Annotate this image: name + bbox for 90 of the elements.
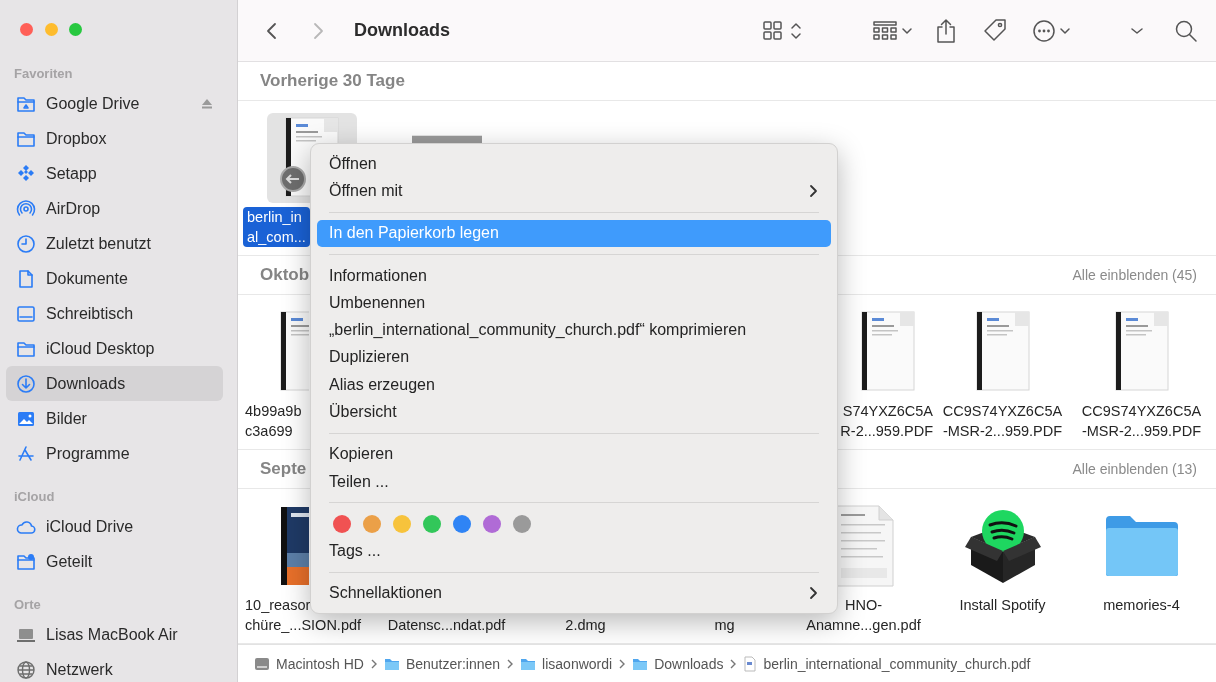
chevron-right-icon [809, 585, 819, 602]
section-heading: Orte [13, 596, 42, 614]
chevron-right-icon [506, 657, 515, 670]
shared-folder-icon [16, 551, 36, 572]
tag-color-dot[interactable] [363, 515, 381, 534]
search-icon[interactable] [1174, 18, 1198, 43]
share-icon[interactable] [934, 17, 958, 44]
file-name[interactable]: memories-4 [1101, 595, 1182, 615]
file-name[interactable]: Datensc...ndat.pdf [385, 615, 508, 635]
menu-item[interactable]: Schnellaktionen [317, 579, 831, 607]
file-name[interactable]: Install Spotify [957, 595, 1048, 615]
window-title: Downloads [354, 20, 450, 41]
sidebar-item[interactable]: Setapp [6, 156, 223, 191]
path-item[interactable]: Macintosh HD [254, 655, 364, 672]
menu-item[interactable]: Teilen ... [317, 467, 831, 496]
sidebar-item[interactable]: Schreibtisch [6, 296, 223, 331]
sidebar-item[interactable]: AirDrop [6, 191, 223, 226]
sidebar-item[interactable]: Zuletzt benutzt [6, 226, 223, 261]
sidebar-item[interactable]: Programme [6, 436, 223, 471]
menu-item[interactable]: Öffnen mit [317, 177, 831, 205]
section-heading: Favoriten [13, 65, 74, 83]
menu-item[interactable]: Kopieren [317, 440, 831, 468]
close-button[interactable] [20, 22, 33, 36]
book-cover-icon [279, 505, 309, 587]
clock-icon [16, 233, 36, 254]
zoom-button[interactable] [69, 22, 82, 36]
document-thumbnail-icon [860, 310, 916, 394]
menu-item[interactable]: „berlin_international_community_church.pdf“ komprimieren [317, 316, 831, 344]
tag-icon[interactable] [982, 17, 1008, 44]
folder-icon [383, 656, 400, 671]
sidebar-item[interactable]: Lisas MacBook Air [6, 617, 223, 652]
app-store-icon [16, 443, 36, 464]
sidebar-item[interactable]: Bilder [6, 401, 223, 436]
globe-icon [16, 659, 36, 680]
menu-item[interactable]: Alias erzeugen [317, 371, 831, 399]
menu-item[interactable]: Tags ... [317, 537, 831, 565]
file-name[interactable]: berlin_in al_com... [243, 207, 310, 247]
sidebar-item[interactable]: Geteilt [6, 544, 223, 579]
folder-icon [1103, 514, 1180, 578]
path-item[interactable]: lisaonwordi [520, 655, 613, 672]
file-name[interactable]: 2.dmg [563, 615, 608, 635]
sidebar-item[interactable]: iCloud Drive [6, 509, 223, 544]
document-icon [743, 655, 758, 672]
path-item[interactable]: berlin_international_community_church.pdf [743, 655, 1031, 672]
file-name[interactable]: CC9S74YXZ6C5A -MSR-2...959.PDF [940, 401, 1065, 441]
tag-color-dot[interactable] [453, 515, 471, 534]
show-all-link[interactable]: Alle einblenden (45) [1072, 267, 1197, 283]
desktop-icon [16, 303, 36, 324]
chevron-right-icon [618, 657, 627, 670]
menu-item[interactable]: Öffnen [317, 150, 831, 178]
sidebar-item[interactable]: Dokumente [6, 261, 223, 296]
folder-icon [520, 656, 537, 671]
tag-color-dot[interactable] [393, 515, 411, 534]
sidebar-item[interactable]: Downloads [6, 366, 223, 401]
package-icon [962, 507, 1043, 585]
sidebar-item[interactable]: iCloud Desktop [6, 331, 223, 366]
show-all-link[interactable]: Alle einblenden (13) [1072, 461, 1197, 477]
sidebar-item[interactable]: Dropbox [6, 121, 223, 156]
file-name[interactable]: mg [712, 615, 737, 635]
document-icon [16, 268, 36, 289]
download-icon [16, 373, 36, 394]
section-heading: iCloud [13, 488, 56, 506]
tag-color-dot[interactable] [423, 515, 441, 534]
file-name[interactable]: CC9S74YXZ6C5A -MSR-2...959.PDF [1079, 401, 1204, 441]
more-icon[interactable] [1032, 18, 1072, 43]
path-item[interactable]: Benutzer:innen [383, 655, 501, 672]
file-name[interactable]: S74YXZ6C5A R-2...959.PDF [840, 401, 933, 441]
diamonds-icon [16, 163, 36, 184]
document-thumbnail-icon [974, 310, 1031, 394]
folder-icon [632, 656, 649, 671]
menu-item[interactable]: Übersicht [317, 398, 831, 426]
sidebar-item[interactable]: Netzwerk [6, 652, 223, 682]
document-thumbnail-icon [1113, 310, 1170, 394]
menu-item[interactable]: Duplizieren [317, 343, 831, 372]
tag-color-dot[interactable] [483, 515, 501, 534]
section-heading: Septe [260, 459, 307, 479]
tag-color-dot[interactable] [513, 515, 531, 534]
section-heading: Oktob [260, 265, 310, 285]
sidebar-item[interactable]: Google Drive [6, 86, 223, 121]
file-name[interactable]: 4b99a9b c3a699 [243, 401, 304, 441]
menu-item[interactable]: Informationen [317, 261, 831, 290]
menu-item[interactable]: Umbenennen [317, 289, 831, 317]
airdrop-icon [16, 198, 36, 219]
eject-icon[interactable] [201, 98, 213, 109]
chevron-right-icon [729, 657, 738, 670]
section-heading: Vorherige 30 Tage [260, 71, 405, 91]
chevron-right-icon [809, 182, 819, 199]
path-item[interactable]: Downloads [632, 655, 724, 672]
chevron-right-icon [369, 657, 378, 670]
tag-color-dot[interactable] [333, 515, 351, 534]
